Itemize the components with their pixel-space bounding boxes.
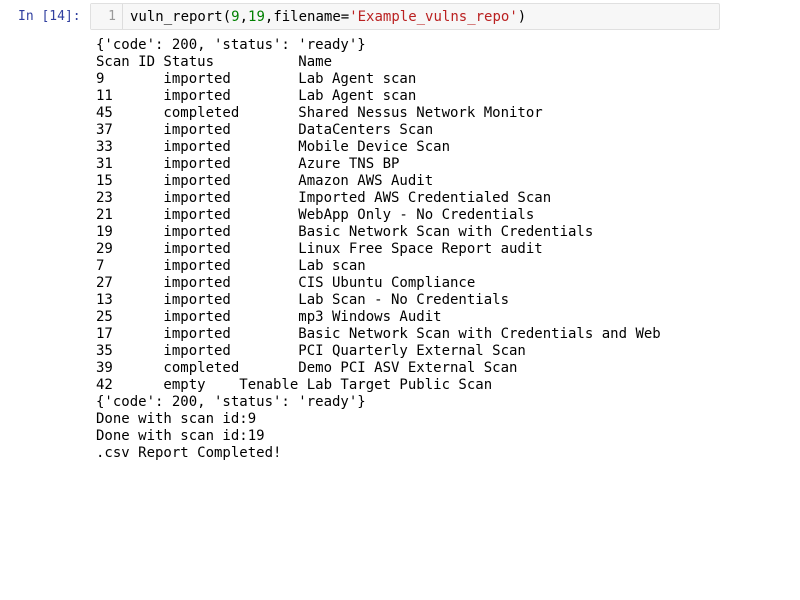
- output-line: 17 imported Basic Network Scan with Cred…: [96, 326, 661, 342]
- output-line: 27 imported CIS Ubuntu Compliance: [96, 275, 476, 291]
- output-line: .csv Report Completed!: [96, 445, 282, 461]
- output-line: Done with scan id:9: [96, 411, 257, 427]
- output-line: 45 completed Shared Nessus Network Monit…: [96, 105, 543, 121]
- notebook-cell: In [14]: 1 vuln_report(9,19,filename='Ex…: [0, 0, 800, 600]
- output-line: 9 imported Lab Agent scan: [96, 71, 417, 87]
- code-function-call: vuln_report(: [130, 9, 232, 25]
- code-line[interactable]: vuln_report(9,19,filename='Example_vulns…: [130, 9, 526, 25]
- output-line: 13 imported Lab Scan - No Credentials: [96, 292, 510, 308]
- code-keyword-arg: ,filename=: [264, 9, 350, 25]
- output-line: 25 imported mp3 Windows Audit: [96, 309, 442, 325]
- output-line: Scan ID Status Name: [96, 54, 333, 70]
- output-line: 19 imported Basic Network Scan with Cred…: [96, 224, 594, 240]
- output-line: 23 imported Imported AWS Credentialed Sc…: [96, 190, 552, 206]
- output-line: {'code': 200, 'status': 'ready'}: [96, 394, 366, 410]
- input-prompt: In [14]:: [18, 9, 81, 24]
- code-editor[interactable]: 1 vuln_report(9,19,filename='Example_vul…: [90, 3, 720, 30]
- output-line: Done with scan id:19: [96, 428, 265, 444]
- line-number: 1: [108, 9, 116, 24]
- output-line: 7 imported Lab scan: [96, 258, 366, 274]
- cell-output: {'code': 200, 'status': 'ready'} Scan ID …: [96, 37, 661, 462]
- output-line: 11 imported Lab Agent scan: [96, 88, 417, 104]
- code-comma: ,: [239, 9, 249, 25]
- output-line: 42 empty Tenable Lab Target Public Scan: [96, 377, 493, 393]
- line-number-gutter: 1: [91, 4, 123, 29]
- output-line: {'code': 200, 'status': 'ready'}: [96, 37, 366, 53]
- code-close-paren: ): [517, 9, 527, 25]
- output-line: 29 imported Linux Free Space Report audi…: [96, 241, 543, 257]
- output-line: 35 imported PCI Quarterly External Scan: [96, 343, 526, 359]
- output-line: 21 imported WebApp Only - No Credentials: [96, 207, 535, 223]
- output-line: 39 completed Demo PCI ASV External Scan: [96, 360, 518, 376]
- code-arg-number: 19: [248, 9, 265, 25]
- output-line: 15 imported Amazon AWS Audit: [96, 173, 434, 189]
- code-string-literal: 'Example_vulns_repo': [349, 9, 518, 25]
- output-line: 37 imported DataCenters Scan: [96, 122, 434, 138]
- output-line: 33 imported Mobile Device Scan: [96, 139, 451, 155]
- code-arg-number: 9: [231, 9, 240, 25]
- output-line: 31 imported Azure TNS BP: [96, 156, 400, 172]
